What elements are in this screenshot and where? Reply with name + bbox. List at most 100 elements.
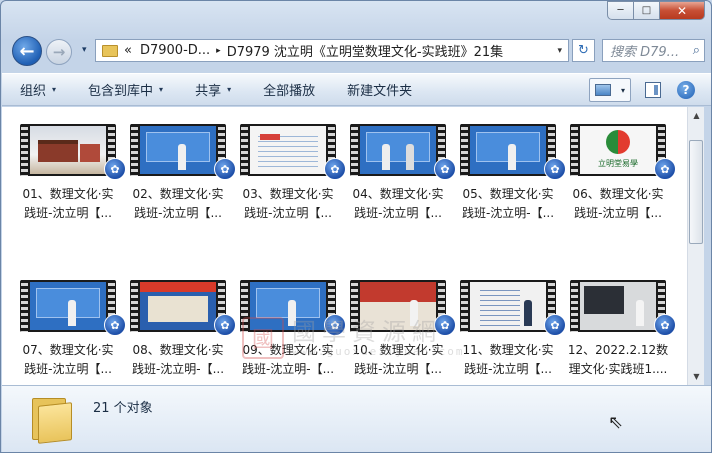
file-name: 12、2022.2.12数 理文化·实践班1....: [566, 341, 670, 379]
file-name: 01、数理文化·实 践班-沈立明【...: [16, 185, 120, 223]
video-thumbnail: [20, 280, 116, 332]
media-player-icon: ✿: [434, 158, 456, 180]
watermark-seal: 國: [242, 317, 284, 359]
maximize-button[interactable]: □: [634, 1, 660, 20]
file-item[interactable]: ✿ 07、数理文化·实 践班-沈立明【...: [16, 269, 126, 379]
file-name-line: 践班-沈立明【...: [574, 206, 662, 220]
search-input[interactable]: 搜索 D79... ⌕: [602, 39, 705, 62]
toolbar-right: ▾ ?: [589, 78, 695, 102]
share-menu[interactable]: 共享 ▾: [195, 80, 231, 99]
file-name-line: 07、数理文化·实: [22, 343, 114, 357]
file-name-line: 11、数理文化·实: [462, 343, 554, 357]
item-count: 21 个对象: [93, 401, 153, 416]
new-folder-button[interactable]: 新建文件夹: [347, 80, 412, 99]
video-thumbnail: [20, 124, 116, 176]
file-name-line: 05、数理文化·实: [462, 187, 554, 201]
scroll-up-arrow-icon[interactable]: ▲: [688, 107, 705, 124]
refresh-button[interactable]: ↻: [572, 39, 595, 62]
minimize-button[interactable]: ─: [607, 1, 634, 20]
file-name-line: 03、数理文化·实: [242, 187, 334, 201]
include-in-library-label: 包含到库中: [88, 84, 154, 99]
video-thumbnail: [350, 124, 446, 176]
close-button[interactable]: ✕: [660, 1, 705, 20]
play-all-button[interactable]: 全部播放: [263, 80, 315, 99]
organize-menu[interactable]: 组织 ▾: [20, 80, 56, 99]
preview-pane-button[interactable]: [645, 82, 661, 98]
media-player-icon: ✿: [104, 314, 126, 336]
file-item[interactable]: ✿ 12、2022.2.12数 理文化·实践班1....: [566, 269, 676, 379]
file-name-line: 12、2022.2.12数: [567, 343, 669, 357]
video-thumbnail: [460, 124, 556, 176]
video-thumbnail: [570, 280, 666, 332]
vertical-scrollbar[interactable]: ▲ ▼: [687, 107, 704, 385]
recent-pages-dropdown[interactable]: ▾: [82, 45, 87, 55]
media-player-icon: ✿: [654, 158, 676, 180]
file-name: 06、数理文化·实 践班-沈立明【...: [566, 185, 670, 223]
file-name: 11、数理文化·实 践班-沈立明【...: [456, 341, 560, 379]
play-all-label: 全部播放: [263, 84, 316, 99]
forward-button[interactable]: →: [46, 39, 72, 65]
media-player-icon: ✿: [214, 314, 236, 336]
watermark-name: 國學資源網: [292, 317, 442, 346]
file-item[interactable]: ✿ 03、数理文化·实 践班-沈立明【...: [236, 113, 346, 223]
file-item[interactable]: ✿ 05、数理文化·实 践班-沈立明-【...: [456, 113, 566, 223]
details-pane: 21 个对象 ⇖: [2, 385, 711, 452]
address-dropdown-icon[interactable]: ▾: [557, 46, 562, 56]
video-thumbnail: 立明堂易學: [570, 124, 666, 176]
file-name: 08、数理文化·实 践班-沈立明-【...: [126, 341, 230, 379]
search-icon[interactable]: ⌕: [693, 43, 700, 58]
chevron-down-icon: ▾: [620, 85, 625, 95]
command-bar: 组织 ▾ 包含到库中 ▾ 共享 ▾ 全部播放 新建文件夹 ▾ ?: [2, 73, 711, 106]
watermark-url: www.guoxueziyuan.com: [292, 344, 465, 358]
watermark-text: 國學資源網 www.guoxueziyuan.com: [292, 319, 464, 358]
breadcrumb-item-parent[interactable]: D7900-D...: [140, 43, 210, 58]
file-name-line: 08、数理文化·实: [132, 343, 224, 357]
address-bar[interactable]: « D7900-D... ▸ D7979 沈立明《立明堂数理文化-实践班》21集…: [95, 39, 569, 62]
media-player-icon: ✿: [544, 158, 566, 180]
folder-icon: [30, 394, 74, 444]
breadcrumb-separator-icon[interactable]: ▸: [216, 46, 221, 56]
breadcrumb-overflow[interactable]: «: [124, 43, 132, 58]
chevron-down-icon: ▾: [52, 85, 57, 94]
help-button[interactable]: ?: [677, 81, 695, 99]
scroll-down-arrow-icon[interactable]: ▼: [688, 368, 705, 385]
file-name-line: 04、数理文化·实: [352, 187, 444, 201]
file-name-line: 01、数理文化·实: [22, 187, 114, 201]
media-player-icon: ✿: [324, 158, 346, 180]
file-name-line: 02、数理文化·实: [132, 187, 224, 201]
include-in-library-menu[interactable]: 包含到库中 ▾: [88, 80, 163, 99]
file-name: 04、数理文化·实 践班-沈立明【...: [346, 185, 450, 223]
chevron-down-icon: ▾: [159, 85, 164, 94]
back-button[interactable]: ←: [12, 36, 42, 66]
media-player-icon: ✿: [654, 314, 676, 336]
file-name: 03、数理文化·实 践班-沈立明【...: [236, 185, 340, 223]
file-name: 05、数理文化·实 践班-沈立明-【...: [456, 185, 560, 223]
file-item[interactable]: ✿ 11、数理文化·实 践班-沈立明【...: [456, 269, 566, 379]
file-name-line: 践班-沈立明【...: [354, 206, 442, 220]
file-name-line: 践班-沈立明【...: [134, 206, 222, 220]
file-name-line: 06、数理文化·实: [572, 187, 664, 201]
video-thumbnail: [130, 124, 226, 176]
thumbnail-logo-text: 立明堂易學: [598, 159, 638, 168]
file-name: 02、数理文化·实 践班-沈立明【...: [126, 185, 230, 223]
file-item[interactable]: ✿ 01、数理文化·实 践班-沈立明【...: [16, 113, 126, 223]
chevron-down-icon: ▾: [227, 85, 232, 94]
file-name-line: 践班-沈立明【...: [354, 362, 442, 376]
file-item[interactable]: ✿ 08、数理文化·实 践班-沈立明-【...: [126, 269, 236, 379]
video-thumbnail: [130, 280, 226, 332]
caption-buttons: ─ □ ✕: [607, 1, 705, 20]
file-item[interactable]: ✿ 02、数理文化·实 践班-沈立明【...: [126, 113, 236, 223]
file-name-line: 践班-沈立明【...: [244, 206, 332, 220]
file-item[interactable]: 立明堂易學 ✿ 06、数理文化·实 践班-沈立明【...: [566, 113, 676, 223]
search-placeholder: 搜索 D79...: [610, 45, 680, 60]
change-view-button[interactable]: ▾: [589, 78, 631, 102]
breadcrumb-item-current[interactable]: D7979 沈立明《立明堂数理文化-实践班》21集: [227, 41, 503, 60]
video-thumbnail: [460, 280, 556, 332]
watermark: 國國學資源網 www.guoxueziyuan.com: [242, 317, 464, 359]
scroll-thumb[interactable]: [689, 140, 703, 244]
file-item[interactable]: ✿ 04、数理文化·实 践班-沈立明【...: [346, 113, 456, 223]
file-name-line: 践班-沈立明【...: [24, 206, 112, 220]
media-player-icon: ✿: [214, 158, 236, 180]
video-thumbnail: [240, 124, 336, 176]
media-player-icon: ✿: [104, 158, 126, 180]
